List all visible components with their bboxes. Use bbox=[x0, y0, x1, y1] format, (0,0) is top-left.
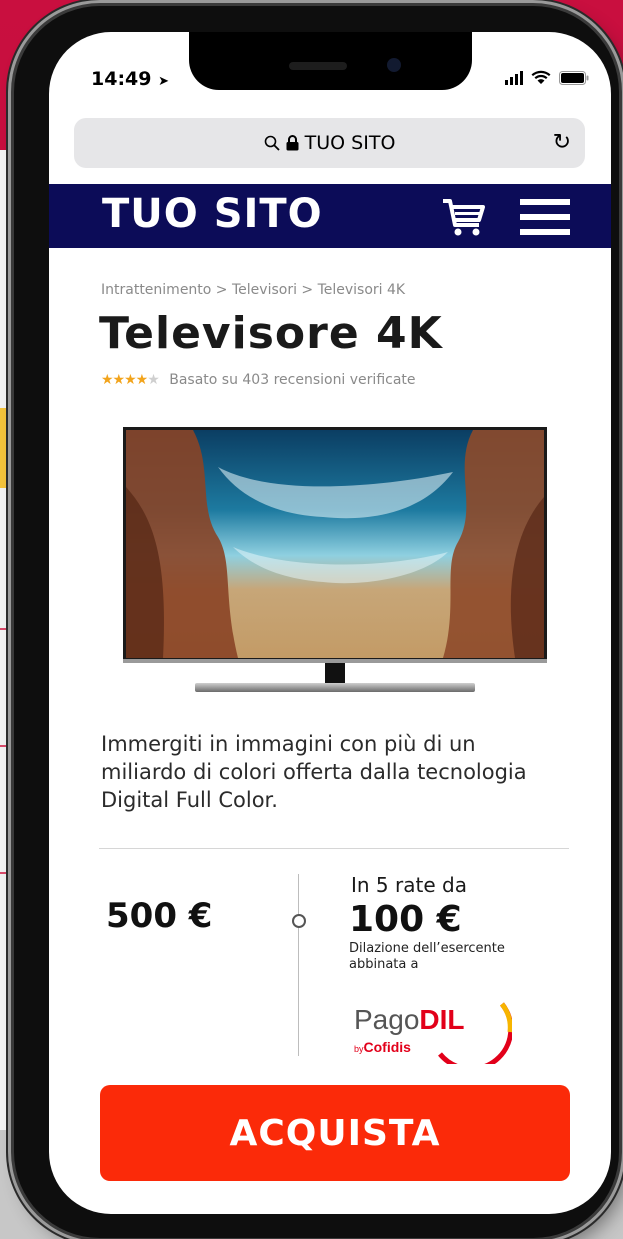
installment-label: In 5 rate da bbox=[351, 873, 467, 897]
lock-icon bbox=[286, 135, 299, 151]
pagodil-text: PagoDIL bbox=[354, 1004, 465, 1036]
front-camera bbox=[387, 58, 401, 72]
installment-amount: 100 € bbox=[349, 899, 462, 940]
cofidis-by: by bbox=[354, 1044, 364, 1054]
reload-button[interactable]: ↻ bbox=[553, 130, 571, 155]
status-time: 14:49 ➤ bbox=[91, 68, 169, 90]
phone-screen: 14:49 ➤ TUO SITO ↻ TUO SITO Intrattenime… bbox=[49, 32, 611, 1214]
product-description: Immergiti in immagini con più di un mili… bbox=[101, 732, 527, 812]
phone-notch bbox=[189, 32, 472, 90]
status-indicators bbox=[505, 70, 589, 85]
product-rating[interactable]: ★★★★★ Basato su 403 recensioni verificat… bbox=[101, 372, 416, 388]
product-price: 500 € bbox=[106, 896, 213, 936]
site-logo[interactable]: TUO SITO bbox=[102, 191, 323, 237]
wifi-icon bbox=[531, 70, 551, 84]
signal-icon bbox=[505, 70, 523, 85]
status-time-text: 14:49 bbox=[91, 68, 152, 90]
star-rating-icon: ★★★★★ bbox=[101, 372, 160, 388]
price-separator bbox=[298, 874, 299, 1056]
search-icon bbox=[264, 135, 280, 151]
installment-note: Dilazione dell’esercente abbinata a bbox=[349, 941, 505, 972]
url-text: TUO SITO bbox=[304, 132, 396, 154]
location-arrow-icon: ➤ bbox=[158, 74, 170, 89]
cart-icon bbox=[443, 199, 485, 236]
rating-text: Basato su 403 recensioni verificate bbox=[169, 372, 416, 388]
pagodil-suffix: DIL bbox=[419, 1004, 465, 1035]
buy-button[interactable]: ACQUISTA bbox=[100, 1085, 570, 1181]
cart-button[interactable] bbox=[441, 198, 487, 242]
product-title: Televisore 4K bbox=[99, 308, 443, 359]
tv-product-image bbox=[123, 427, 547, 692]
cofidis-label: byCofidis bbox=[354, 1039, 411, 1055]
phone-frame: 14:49 ➤ TUO SITO ↻ TUO SITO Intrattenime… bbox=[14, 6, 619, 1238]
pagodil-prefix: Pago bbox=[354, 1004, 420, 1035]
url-display[interactable]: TUO SITO bbox=[74, 132, 585, 154]
breadcrumb[interactable]: Intrattenimento > Televisori > Televisor… bbox=[101, 282, 405, 298]
speaker bbox=[289, 62, 347, 70]
section-divider bbox=[99, 848, 569, 849]
separator-dot bbox=[292, 914, 306, 928]
address-bar[interactable]: TUO SITO ↻ bbox=[74, 118, 585, 168]
background-highlight bbox=[0, 408, 14, 488]
battery-icon bbox=[559, 70, 589, 85]
hamburger-menu-icon[interactable] bbox=[520, 199, 570, 244]
site-header: TUO SITO bbox=[49, 184, 611, 248]
pagodil-logo: PagoDIL byCofidis bbox=[352, 984, 512, 1064]
cofidis-text: Cofidis bbox=[363, 1039, 411, 1055]
reload-icon: ↻ bbox=[552, 130, 571, 155]
